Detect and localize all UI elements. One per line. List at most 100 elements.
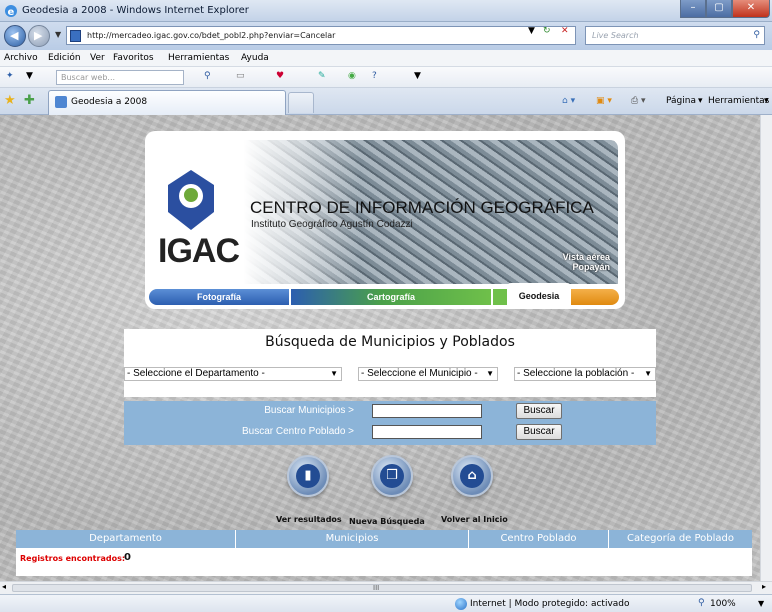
toolbar-screen-icon[interactable]: ▭ bbox=[236, 71, 245, 81]
tab-geodesia-section[interactable]: Geodesia bbox=[507, 283, 571, 305]
menu-favoritos[interactable]: Favoritos bbox=[113, 53, 154, 63]
results-header: Departamento Municipios Centro Poblado C… bbox=[16, 530, 752, 548]
records-found-count: 0 bbox=[124, 552, 131, 563]
feeds-icon[interactable]: ▣ ▾ bbox=[596, 96, 612, 106]
herramientas-dropdown-icon[interactable]: ▾ bbox=[764, 96, 769, 106]
tab-extra[interactable] bbox=[571, 289, 619, 305]
document-icon: ▮ bbox=[304, 468, 312, 483]
search-toolbar: ✦ ▼ Buscar web... ⚲ ▭ ♥ ✎ ◉ ? ▼ bbox=[0, 67, 772, 88]
live-search-placeholder: Live Search bbox=[592, 31, 639, 40]
toolbar-search-input[interactable]: Buscar web... bbox=[56, 70, 184, 85]
live-search-field[interactable]: Live Search ⚲ bbox=[585, 26, 765, 45]
forward-button[interactable]: ▶ bbox=[28, 25, 50, 47]
centro-poblado-search-input[interactable] bbox=[372, 425, 482, 439]
scroll-left-icon[interactable]: ◂ bbox=[2, 582, 6, 591]
herramientas-menu[interactable]: Herramientas bbox=[708, 96, 769, 106]
search-title: Búsqueda de Municipios y Poblados bbox=[265, 334, 515, 350]
menu-ver[interactable]: Ver bbox=[90, 53, 105, 63]
svg-text:e: e bbox=[8, 7, 15, 18]
toolbar-search-icon[interactable]: ⚲ bbox=[204, 71, 211, 81]
site-header: IGAC CENTRO DE INFORMACIÓN GEOGRÁFICA In… bbox=[145, 131, 625, 309]
municipio-select[interactable]: - Seleccione el Municipio - ▼ bbox=[358, 367, 498, 381]
tab-geodesia[interactable]: Geodesia a 2008 bbox=[48, 90, 286, 115]
banner-title: CENTRO DE INFORMACIÓN GEOGRÁFICA bbox=[250, 198, 594, 217]
buscar-municipios-button[interactable]: Buscar bbox=[516, 403, 562, 419]
column-centro-poblado: Centro Poblado bbox=[469, 530, 609, 548]
recent-pages-dropdown[interactable]: ▼ bbox=[55, 30, 61, 39]
tab-bar: ★ ✚ Geodesia a 2008 ⌂ ▾ ▣ ▾ ⎙ ▾ Página ▾… bbox=[0, 88, 772, 115]
column-categoria: Categoría de Poblado bbox=[626, 533, 735, 544]
nueva-busqueda-button[interactable]: ❒ bbox=[371, 455, 413, 497]
search-bar: Buscar Municipios > Buscar Buscar Centro… bbox=[124, 401, 656, 445]
buscar-centro-button[interactable]: Buscar bbox=[516, 424, 562, 440]
add-favorite-icon[interactable]: ✚ bbox=[24, 93, 35, 108]
pagina-dropdown-icon[interactable]: ▾ bbox=[698, 96, 703, 106]
toolbar-more-icon[interactable]: ▼ bbox=[414, 71, 421, 81]
buscar-centro-label: Buscar Centro Poblado > bbox=[241, 426, 354, 437]
section-tabs: Fotografía Cartografía Geodesia bbox=[149, 283, 619, 305]
minimize-button[interactable]: – bbox=[680, 0, 706, 18]
window-title-bar: e Geodesia a 2008 - Windows Internet Exp… bbox=[0, 0, 772, 22]
zoom-icon[interactable]: ⚲ bbox=[698, 598, 705, 608]
tab-fotografia[interactable]: Fotografía bbox=[149, 289, 289, 305]
page-content: IGAC CENTRO DE INFORMACIÓN GEOGRÁFICA In… bbox=[0, 115, 772, 581]
search-panel: Búsqueda de Municipios y Poblados - Sele… bbox=[124, 329, 656, 397]
chevron-down-icon: ▼ bbox=[486, 369, 494, 378]
close-window-button[interactable]: ✕ bbox=[732, 0, 770, 18]
scroll-thumb[interactable]: III bbox=[12, 584, 752, 592]
records-found-label: Registros encontrados: bbox=[20, 554, 126, 563]
tab-cartografia[interactable]: Cartografía bbox=[291, 289, 491, 305]
stop-icon[interactable]: ✕ bbox=[561, 26, 569, 36]
banner: IGAC CENTRO DE INFORMACIÓN GEOGRÁFICA In… bbox=[150, 140, 618, 284]
chevron-down-icon: ▼ bbox=[330, 369, 338, 378]
address-bar[interactable]: http://mercadeo.igac.gov.co/bdet_pobl2.p… bbox=[66, 26, 576, 45]
page-icon bbox=[70, 30, 81, 42]
menu-ayuda[interactable]: Ayuda bbox=[241, 53, 269, 63]
favorites-star-icon[interactable]: ★ bbox=[4, 93, 16, 108]
refresh-icon[interactable]: ↻ bbox=[543, 26, 551, 36]
status-bar: Internet | Modo protegido: activado ⚲ 10… bbox=[0, 594, 772, 612]
ver-resultados-button[interactable]: ▮ bbox=[287, 455, 329, 497]
volver-inicio-label[interactable]: Volver al Inicio bbox=[441, 515, 508, 524]
maximize-button[interactable]: ▢ bbox=[706, 0, 732, 18]
ver-resultados-label[interactable]: Ver resultados bbox=[276, 515, 342, 524]
back-button[interactable]: ◀ bbox=[4, 25, 26, 47]
status-text: Internet | Modo protegido: activado bbox=[470, 599, 630, 609]
zoom-dropdown-icon[interactable]: ▼ bbox=[758, 599, 764, 608]
menu-edicion[interactable]: Edición bbox=[48, 53, 81, 63]
toolbar-help-icon[interactable]: ? bbox=[372, 71, 377, 81]
pagina-menu[interactable]: Página bbox=[666, 96, 696, 106]
nueva-busqueda-label[interactable]: Nueva Búsqueda bbox=[349, 517, 425, 526]
print-icon[interactable]: ⎙ ▾ bbox=[631, 96, 646, 106]
back-arrow-icon: ◀ bbox=[10, 29, 19, 42]
toolbar-search-placeholder: Buscar web... bbox=[61, 73, 116, 82]
book-icon: ❒ bbox=[386, 468, 398, 483]
home-icon: ⌂ bbox=[467, 468, 477, 483]
poblacion-select[interactable]: - Seleccione la población - ▼ bbox=[514, 367, 656, 381]
zoom-level[interactable]: 100% bbox=[710, 599, 736, 609]
ie-logo-icon: e bbox=[4, 4, 18, 18]
municipio-search-input[interactable] bbox=[372, 404, 482, 418]
toolbar-pencil-icon[interactable]: ✎ bbox=[318, 71, 326, 81]
departamento-select[interactable]: - Seleccione el Departamento - ▼ bbox=[124, 367, 342, 381]
volver-inicio-button[interactable]: ⌂ bbox=[451, 455, 493, 497]
search-icon[interactable]: ⚲ bbox=[753, 30, 760, 40]
menu-herramientas[interactable]: Herramientas bbox=[168, 53, 229, 63]
igac-logo: IGAC bbox=[158, 170, 240, 280]
toolbar-heart-icon[interactable]: ♥ bbox=[276, 71, 284, 81]
toolbar-logo-icon: ✦ bbox=[6, 71, 14, 81]
internet-zone-icon bbox=[455, 598, 467, 610]
tab-page-icon bbox=[55, 96, 67, 108]
toolbar-dropdown-icon[interactable]: ▼ bbox=[26, 71, 33, 81]
toolbar-globe-icon[interactable]: ◉ bbox=[348, 71, 356, 81]
photo-caption: Vista aérea Popayán bbox=[562, 252, 610, 272]
address-dropdown-icon[interactable]: ▼ bbox=[528, 26, 535, 36]
horizontal-scrollbar[interactable]: ◂ III ▸ bbox=[0, 581, 772, 594]
home-icon[interactable]: ⌂ ▾ bbox=[562, 96, 575, 106]
vertical-scrollbar[interactable] bbox=[760, 115, 772, 581]
new-tab-button[interactable] bbox=[288, 92, 314, 113]
results-table: Departamento Municipios Centro Poblado C… bbox=[16, 530, 752, 576]
menu-bar: Archivo Edición Ver Favoritos Herramient… bbox=[0, 50, 772, 67]
scroll-right-icon[interactable]: ▸ bbox=[762, 582, 766, 591]
menu-archivo[interactable]: Archivo bbox=[4, 53, 38, 63]
